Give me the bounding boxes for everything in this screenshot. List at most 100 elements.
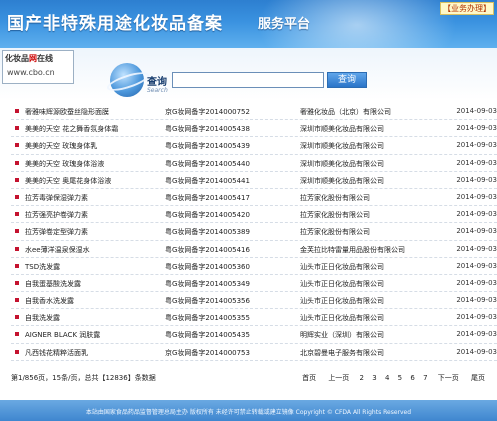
filing-date: 2014-09-03	[456, 330, 497, 339]
page-link-5[interactable]: 5	[398, 374, 402, 382]
product-name-link[interactable]: 美美的天空 花之舞香氛身体霜	[25, 124, 118, 134]
filing-number: 粤G妆网备字2014005389	[165, 228, 250, 237]
search-label: 查询	[147, 77, 167, 88]
product-name-link[interactable]: 奢雅味辉源欧蚕丝隐形面膜	[25, 107, 109, 117]
filing-number: 粤G妆网备字2014005416	[165, 245, 250, 254]
filing-number: 粤G妆网备字2014005356	[165, 297, 250, 306]
record-row[interactable]: 自我蛋基酸洗发露 粤G妆网备字2014005349 汕头市正日化妆品有限公司 2014…	[11, 275, 497, 293]
bullet-icon	[15, 177, 19, 182]
product-name-link[interactable]: 美美的天空 玫瑰身体浴液	[25, 159, 104, 169]
bullet-icon	[15, 160, 19, 165]
filing-date: 2014-09-03	[456, 210, 497, 219]
next-page-link[interactable]: 下一页	[436, 374, 461, 382]
search-input[interactable]	[172, 72, 324, 88]
filing-date: 2014-09-03	[456, 296, 497, 305]
record-row[interactable]: TSD洗发露 粤G妆网备字2014005360 汕头市正日化妆品有限公司 2014-0…	[11, 258, 497, 275]
site-footer: 本站由国家食品药品监督管理总局主办 版权所有 未经许可禁止转载或建立镜像 Cop…	[0, 400, 497, 421]
record-row[interactable]: 自我香水洗发露 粤G妆网备字2014005356 汕头市正日化妆品有限公司 2014-…	[11, 292, 497, 310]
product-name-link[interactable]: 水ee薄洋温泉保湿水	[25, 245, 90, 255]
company-name: 拉芳家化股份有限公司	[300, 211, 370, 220]
bullet-icon	[15, 143, 19, 148]
filing-number: 粤G妆网备字2014005439	[165, 142, 250, 151]
filing-number: 粤G妆网备字2014005438	[165, 125, 250, 134]
filing-number: 粤G妆网备字2014005420	[165, 211, 250, 220]
bullet-icon	[15, 212, 19, 217]
company-name: 汕头市正日化妆品有限公司	[300, 279, 384, 288]
search-button[interactable]: 查询	[327, 72, 367, 88]
first-page-link[interactable]: 首页	[300, 374, 318, 382]
record-row[interactable]: 美美的天空 玫瑰身体浴液 粤G妆网备字2014005440 深圳市顺美化妆品有限公司…	[11, 155, 497, 172]
page-link-3[interactable]: 3	[372, 374, 376, 382]
bullet-icon	[15, 349, 19, 354]
company-name: 拉芳家化股份有限公司	[300, 193, 370, 202]
product-name-link[interactable]: 美美的天空 奥尾花身体浴液	[25, 176, 111, 186]
filing-number: 粤G妆网备字2014005355	[165, 314, 250, 323]
company-name: 奢雅化妆品（北京）有限公司	[300, 108, 391, 116]
record-row[interactable]: 拉芳毒弹保湿弹力素 粤G妆网备字2014005417 拉芳家化股份有限公司 2014-…	[11, 189, 497, 207]
filing-number: 京G妆网备字2014000753	[165, 348, 250, 357]
record-row[interactable]: 美美的天空 玫瑰身体乳 粤G妆网备字2014005439 深圳市顺美化妆品有限公司 2…	[11, 137, 497, 155]
bullet-icon	[15, 194, 19, 199]
bullet-icon	[15, 280, 19, 285]
filing-date: 2014-09-03	[456, 124, 497, 133]
bullet-icon	[15, 263, 19, 268]
product-name-link[interactable]: 美美的天空 玫瑰身体乳	[25, 141, 97, 151]
logo-text: 化妆品网在线	[5, 54, 53, 63]
record-row[interactable]: 自我洗发露 粤G妆网备字2014005355 汕头市正日化妆品有限公司 2014-09…	[11, 309, 497, 327]
record-row[interactable]: 奢雅味辉源欧蚕丝隐形面膜 京G妆网备字2014000752 奢雅化妆品（北京）有限公…	[11, 103, 497, 121]
bullet-icon	[15, 315, 19, 320]
page-link-4[interactable]: 4	[385, 374, 389, 382]
product-name-link[interactable]: AIGNER BLACK 润肤露	[25, 330, 100, 340]
record-row[interactable]: 美美的天空 花之舞香氛身体霜 粤G妆网备字2014005438 深圳市顺美化妆品有限…	[11, 120, 497, 138]
globe-icon	[105, 63, 151, 97]
product-name-link[interactable]: 自我洗发露	[25, 313, 60, 323]
filing-date: 2014-09-03	[456, 347, 497, 356]
record-row[interactable]: AIGNER BLACK 润肤露 粤G妆网备字2014005435 明辉实业（深圳）…	[11, 326, 497, 344]
filing-date: 2014-09-03	[456, 141, 497, 150]
filing-number: 粤G妆网备字2014005440	[165, 159, 250, 168]
pagination: 首页 上一页 2 3 4 5 6 7 下一页 尾页	[294, 373, 487, 383]
company-name: 深圳市顺美化妆品有限公司	[300, 159, 384, 168]
company-name: 金芙拉比特雷量用品股份有限公司	[300, 245, 405, 254]
bullet-icon	[15, 109, 19, 113]
product-name-link[interactable]: TSD洗发露	[25, 262, 60, 272]
company-name: 汕头市正日化妆品有限公司	[300, 314, 384, 323]
product-name-link[interactable]: 拉芳弹卷定型弹力素	[25, 227, 88, 237]
bullet-icon	[15, 332, 19, 337]
record-row[interactable]: 拉芳强亮护卷弹力素 粤G妆网备字2014005420 拉芳家化股份有限公司 2014-…	[11, 206, 497, 224]
company-name: 北京碧曼电子服务有限公司	[300, 348, 384, 357]
company-name: 深圳市顺美化妆品有限公司	[300, 125, 384, 134]
product-name-link[interactable]: 自我香水洗发露	[25, 296, 74, 306]
business-link[interactable]: 【业务办理】	[440, 2, 494, 15]
site-subtitle: 服务平台	[258, 17, 311, 32]
filing-date: 2014-09-03	[456, 278, 497, 287]
site-logo[interactable]: 化妆品网在线 www.cbo.cn	[2, 50, 74, 84]
product-name-link[interactable]: 拉芳毒弹保湿弹力素	[25, 193, 88, 203]
filing-date: 2014-09-03	[456, 158, 497, 167]
company-name: 汕头市正日化妆品有限公司	[300, 297, 384, 306]
company-name: 深圳市顺美化妆品有限公司	[300, 142, 384, 151]
page-link-6[interactable]: 6	[410, 374, 414, 382]
filing-number: 粤G妆网备字2014005417	[165, 193, 250, 202]
filing-date: 2014-09-03	[456, 244, 497, 253]
bullet-icon	[15, 126, 19, 131]
page-link-7[interactable]: 7	[423, 374, 427, 382]
filing-number: 粤G妆网备字2014005435	[165, 331, 250, 340]
site-header: 国产非特殊用途化妆品备案 服务平台 【业务办理】	[0, 0, 497, 48]
filing-number: 粤G妆网备字2014005441	[165, 176, 250, 185]
pagination-info: 第1/856页，15条/页，总共【12836】条数据	[11, 374, 156, 382]
search-sublabel: Search	[147, 87, 168, 94]
record-row[interactable]: 水ee薄洋温泉保湿水 粤G妆网备字2014005416 金芙拉比特雷量用品股份有限公…	[11, 241, 497, 258]
record-row[interactable]: 拉芳弹卷定型弹力素 粤G妆网备字2014005389 拉芳家化股份有限公司 2014-…	[11, 223, 497, 241]
page-link-2[interactable]: 2	[360, 374, 364, 382]
product-name-link[interactable]: 凡西钱花精粹活面乳	[25, 348, 88, 358]
record-row[interactable]: 美美的天空 奥尾花身体浴液 粤G妆网备字2014005441 深圳市顺美化妆品有限公…	[11, 172, 497, 189]
record-row[interactable]: 凡西钱花精粹活面乳 京G妆网备字2014000753 北京碧曼电子服务有限公司 201…	[11, 344, 497, 361]
filing-date: 2014-09-03	[456, 313, 497, 322]
product-name-link[interactable]: 自我蛋基酸洗发露	[25, 279, 81, 289]
prev-page-link[interactable]: 上一页	[326, 374, 351, 382]
filing-date: 2014-09-03	[456, 175, 497, 184]
company-name: 深圳市顺美化妆品有限公司	[300, 176, 384, 185]
last-page-link[interactable]: 尾页	[469, 374, 487, 382]
product-name-link[interactable]: 拉芳强亮护卷弹力素	[25, 210, 88, 220]
